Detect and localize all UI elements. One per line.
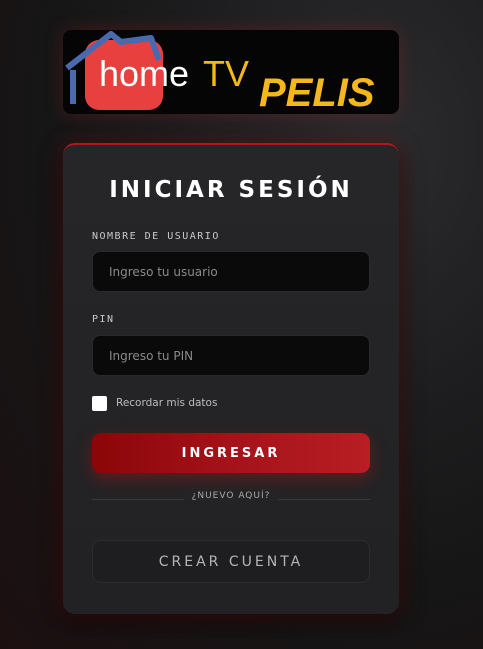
pin-input[interactable] (92, 335, 370, 376)
login-title: INICIAR SESIÓN (109, 177, 353, 203)
create-account-button[interactable]: CREAR CUENTA (92, 540, 370, 583)
pin-label: PIN (92, 314, 115, 325)
login-button[interactable]: INGRESAR (92, 433, 370, 473)
svg-text:TV: TV (203, 53, 249, 94)
house-tv-icon: home TV PELIS (65, 31, 375, 114)
svg-text:home: home (99, 53, 189, 94)
username-label: NOMBRE DE USUARIO (92, 231, 220, 242)
username-input[interactable] (92, 251, 370, 292)
svg-text:PELIS: PELIS (259, 71, 375, 114)
remember-label: Recordar mis datos (116, 397, 218, 409)
login-card: INICIAR SESIÓN NOMBRE DE USUARIO PIN Rec… (63, 143, 399, 614)
remember-checkbox[interactable] (92, 396, 107, 411)
new-here-text: ¿NUEVO AQUÍ? (183, 491, 279, 501)
hometv-pelis-logo: home TV PELIS (63, 30, 399, 114)
